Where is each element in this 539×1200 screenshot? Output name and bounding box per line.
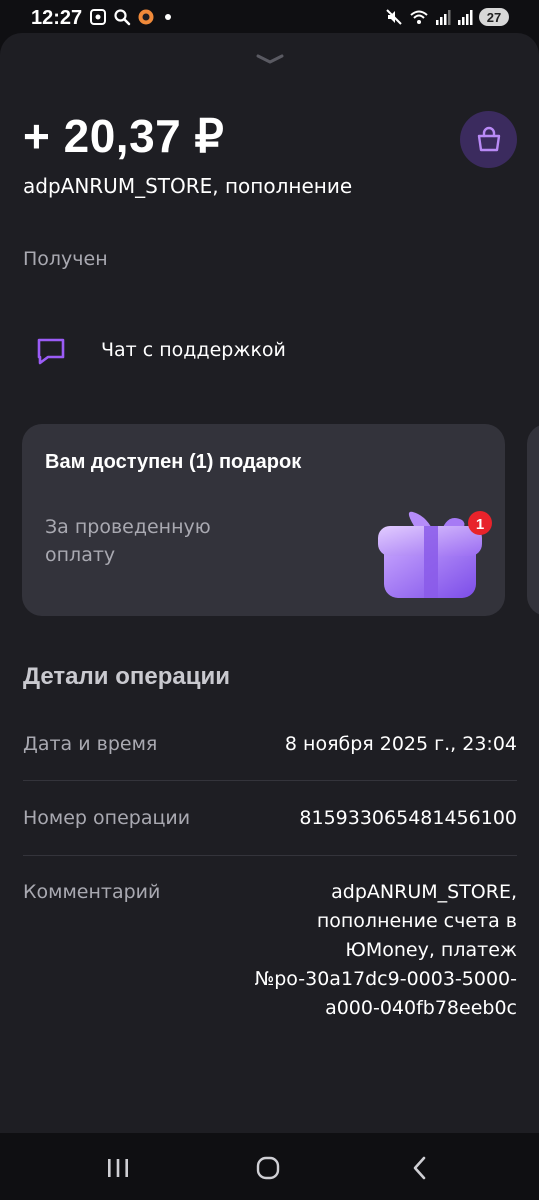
status-bar: 12:27 27 xyxy=(0,0,539,36)
chevron-down-icon[interactable] xyxy=(256,53,284,65)
merchant-button[interactable] xyxy=(460,111,517,168)
signal-icon xyxy=(458,10,473,25)
detail-value: 815933065481456100 xyxy=(299,807,517,829)
transaction-sheet: + 20,37 ₽ adpANRUM_STORE, пополнение Пол… xyxy=(0,33,539,1133)
support-chat-label: Чат с поддержкой xyxy=(101,339,286,361)
merchant-name: adpANRUM_STORE, пополнение xyxy=(23,174,353,198)
shopping-bag-icon xyxy=(477,126,500,151)
recent-apps-button[interactable] xyxy=(98,1153,138,1183)
dot-icon xyxy=(165,14,171,20)
mute-icon xyxy=(386,9,402,25)
transaction-status: Получен xyxy=(23,248,108,270)
recent-apps-icon xyxy=(108,1159,128,1177)
status-left-icons xyxy=(89,8,175,26)
detail-label: Номер операции xyxy=(23,807,191,829)
comment-line: a000-040fb78eeb0c xyxy=(325,997,517,1019)
comment-line: adpANRUM_STORE, xyxy=(331,881,517,903)
signal-icon xyxy=(436,10,451,25)
next-promo-card[interactable] xyxy=(527,424,539,616)
gift-title: Вам доступен (1) подарок xyxy=(45,451,302,473)
gift-subtitle: За проведенную оплату xyxy=(45,516,211,566)
divider xyxy=(23,855,517,856)
back-button[interactable] xyxy=(400,1153,440,1183)
search-icon xyxy=(114,9,131,26)
comment-line: №po-30a17dc9-0003-5000- xyxy=(254,968,517,990)
comment-line: ЮMoney, платеж xyxy=(345,939,517,961)
gift-badge: 1 xyxy=(476,516,484,533)
support-chat-button[interactable]: Чат с поддержкой xyxy=(23,323,516,379)
app-notification-icon xyxy=(138,9,154,25)
back-icon xyxy=(413,1156,426,1180)
gift-card[interactable]: Вам доступен (1) подарок За проведенную … xyxy=(22,424,505,616)
home-icon xyxy=(256,1156,280,1180)
system-nav-bar xyxy=(0,1133,539,1200)
home-button[interactable] xyxy=(248,1153,288,1183)
battery-indicator: 27 xyxy=(479,8,509,26)
chat-icon xyxy=(37,338,65,365)
detail-value: adpANRUM_STORE, пополнение счета в ЮMone… xyxy=(254,878,517,1023)
wifi-icon xyxy=(410,10,428,24)
gift-box-icon: 1 xyxy=(378,511,492,598)
transaction-amount: + 20,37 ₽ xyxy=(23,110,225,162)
details-title: Детали операции xyxy=(23,663,230,690)
comment-line: пополнение счета в xyxy=(316,910,517,932)
divider xyxy=(23,780,517,781)
screenshot-icon xyxy=(90,9,106,25)
detail-value: 8 ноября 2025 г., 23:04 xyxy=(284,733,517,755)
status-time: 12:27 xyxy=(31,7,83,29)
detail-label: Комментарий xyxy=(23,881,161,903)
screen: 12:27 27 + 20,37 ₽ adpANRUM_STORE, попол… xyxy=(0,0,539,1200)
detail-label: Дата и время xyxy=(23,733,158,755)
status-right-icons: 27 xyxy=(385,8,509,26)
